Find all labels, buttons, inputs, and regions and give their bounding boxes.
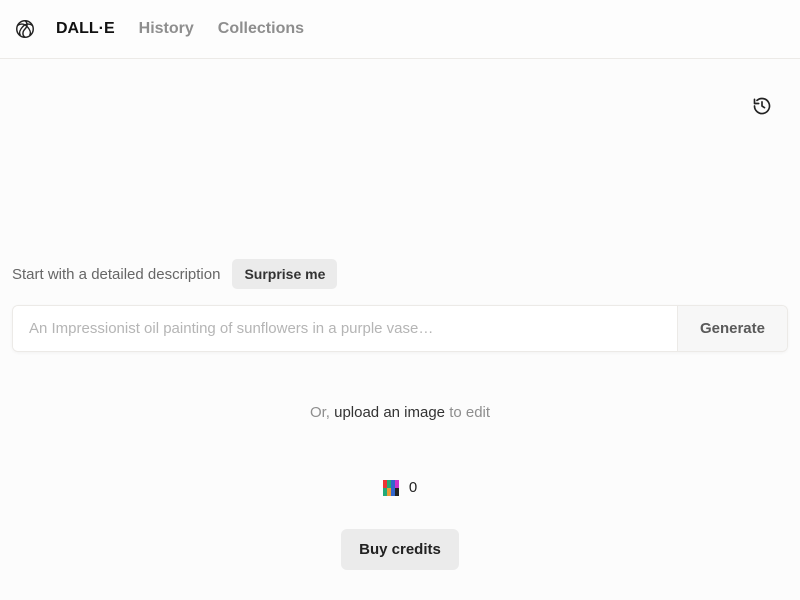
recent-history-icon[interactable]: [752, 96, 772, 121]
buy-credits-button[interactable]: Buy credits: [341, 529, 459, 570]
credits-row: 0: [383, 479, 417, 496]
credits-block: 0 Buy credits: [12, 479, 788, 570]
nav-item-collections[interactable]: Collections: [218, 20, 304, 38]
openai-logo-icon: [14, 18, 36, 40]
upload-image-link[interactable]: upload an image: [334, 404, 445, 421]
prompt-input[interactable]: [13, 306, 677, 351]
prompt-head: Start with a detailed description Surpri…: [12, 259, 788, 289]
generate-button[interactable]: Generate: [677, 306, 787, 351]
upload-prefix: Or,: [310, 404, 334, 421]
prompt-intro-label: Start with a detailed description: [12, 266, 220, 283]
upload-suffix: to edit: [445, 404, 490, 421]
prompt-input-row: Generate: [12, 305, 788, 352]
header: DALL·E History Collections: [0, 0, 800, 59]
nav-item-history[interactable]: History: [139, 20, 194, 38]
surprise-me-button[interactable]: Surprise me: [232, 259, 337, 289]
main: Start with a detailed description Surpri…: [0, 259, 800, 570]
credits-icon: [383, 480, 399, 496]
prompt-area: Start with a detailed description Surpri…: [12, 259, 788, 352]
nav-item-dalle[interactable]: DALL·E: [56, 20, 115, 38]
credits-count: 0: [409, 479, 417, 496]
nav: DALL·E History Collections: [56, 20, 304, 38]
upload-line: Or, upload an image to edit: [12, 404, 788, 421]
